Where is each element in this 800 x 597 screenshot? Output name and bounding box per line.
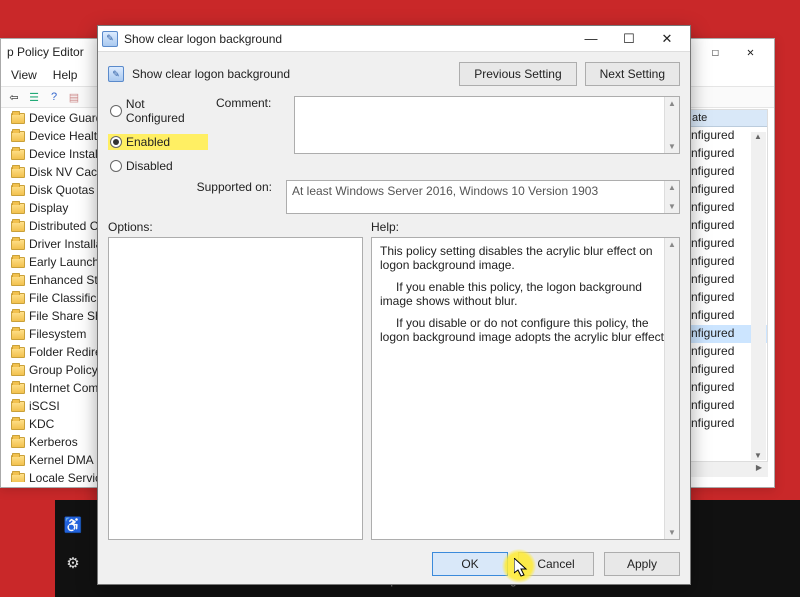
folder-icon [11,365,25,376]
folder-icon [11,311,25,322]
dialog-minimize-button[interactable]: — [572,27,610,51]
folder-icon [11,185,25,196]
dialog-maximize-button[interactable]: ☐ [610,27,648,51]
comment-textbox[interactable] [294,96,680,154]
toolbar-help-icon[interactable]: ? [45,88,63,106]
folder-icon [11,437,25,448]
gpe-list-header[interactable]: ate [687,110,767,127]
folder-icon [11,257,25,268]
radio-icon [110,160,122,172]
folder-icon [11,383,25,394]
toolbar-back-icon[interactable]: ⇦ [5,88,23,106]
help-text: If you enable this policy, the logon bac… [380,280,671,308]
ok-button[interactable]: OK [432,552,508,576]
apply-button[interactable]: Apply [604,552,680,576]
gpe-close-button[interactable]: ✕ [733,41,768,63]
tree-item-label: KDC [29,417,54,431]
radio-not-configured[interactable]: Not Configured [108,96,208,126]
folder-icon [11,401,25,412]
folder-icon [11,293,25,304]
folder-icon [11,149,25,160]
folder-icon [11,203,25,214]
tree-item-label: iSCSI [29,399,60,413]
tree-item-label: Kerberos [29,435,78,449]
dialog-footer: OK Cancel Apply [98,544,690,584]
tree-item-label: Device Guard [29,111,102,125]
folder-icon [11,455,25,466]
setting-name: Show clear logon background [132,67,451,81]
dialog-title: Show clear logon background [124,32,572,46]
tree-item-label: Display [29,201,68,215]
folder-icon [11,419,25,430]
settings-gear-icon[interactable]: ⚙ [66,554,79,572]
scrollbar-vertical[interactable] [664,238,679,539]
folder-icon [11,221,25,232]
options-label: Options: [108,220,363,234]
folder-icon [11,113,25,124]
supported-label: Supported on: [108,180,278,194]
radio-label: Not Configured [126,97,206,125]
folder-icon [11,167,25,178]
supported-on-box: At least Windows Server 2016, Windows 10… [286,180,680,214]
toolbar-list-icon[interactable]: ☰ [25,88,43,106]
cancel-button[interactable]: Cancel [518,552,594,576]
gpe-settings-list[interactable]: ate nfigurednfigurednfigurednfigurednfig… [686,109,768,462]
dialog-close-button[interactable]: ✕ [648,27,686,51]
help-label: Help: [371,220,680,234]
next-setting-button[interactable]: Next Setting [585,62,680,86]
gpe-maximize-button[interactable]: ☐ [698,41,733,63]
policy-dialog: ✎ Show clear logon background — ☐ ✕ ✎ Sh… [97,25,691,585]
tree-item-label: Filesystem [29,327,86,341]
help-text: This policy setting disables the acrylic… [380,244,671,272]
scrollbar-vertical[interactable] [751,132,766,460]
dialog-titlebar[interactable]: ✎ Show clear logon background — ☐ ✕ [98,26,690,52]
radio-label: Disabled [126,159,173,173]
supported-on-value: At least Windows Server 2016, Windows 10… [292,184,598,198]
options-panel [108,237,363,540]
menu-help[interactable]: Help [47,66,84,84]
scrollbar-vertical[interactable] [664,97,679,153]
previous-setting-button[interactable]: Previous Setting [459,62,576,86]
policy-icon: ✎ [108,66,124,82]
radio-label: Enabled [126,135,170,149]
radio-icon [110,136,122,148]
scrollbar-vertical[interactable] [664,181,679,213]
policy-icon: ✎ [102,31,118,47]
folder-icon [11,239,25,250]
folder-icon [11,275,25,286]
help-text: If you disable or do not configure this … [380,316,671,344]
radio-icon [110,105,122,117]
folder-icon [11,347,25,358]
help-panel: This policy setting disables the acrylic… [371,237,680,540]
radio-enabled[interactable]: Enabled [108,134,208,150]
radio-disabled[interactable]: Disabled [108,158,208,174]
folder-icon [11,131,25,142]
folder-icon [11,473,25,483]
accessibility-icon[interactable]: ♿ [64,516,83,534]
menu-view[interactable]: View [5,66,43,84]
tree-item-label: Disk Quotas [29,183,94,197]
comment-label: Comment: [216,96,286,110]
folder-icon [11,329,25,340]
tree-item-label: Group Policy [29,363,98,377]
toolbar-props-icon[interactable]: ▤ [65,88,83,106]
